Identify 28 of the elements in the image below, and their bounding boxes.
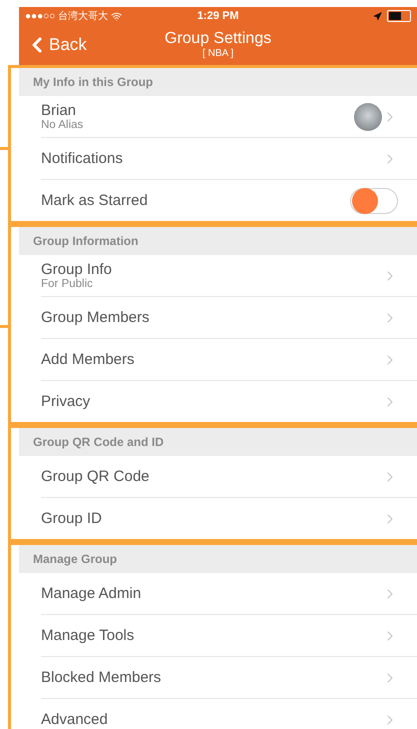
location-arrow-icon bbox=[373, 12, 382, 20]
carrier-text: ●●●○○ 台湾大哥大 bbox=[25, 10, 108, 23]
row-label: Group Members bbox=[41, 309, 150, 326]
row-label: Advanced bbox=[41, 711, 109, 728]
row-label: Privacy bbox=[41, 393, 92, 410]
nav-subtitle: [ NBA ] bbox=[202, 48, 234, 60]
row-label: Group Info bbox=[41, 260, 113, 278]
row-label: Add Members bbox=[41, 351, 136, 368]
row-sublabel: For Public bbox=[41, 278, 94, 290]
toggle-switch[interactable] bbox=[350, 188, 398, 214]
row-sublabel: No Alias bbox=[41, 118, 84, 132]
row-label: Manage Tools bbox=[41, 627, 136, 644]
section-header: Group QR Code and ID bbox=[19, 428, 417, 456]
section-header: My Info in this Group bbox=[19, 68, 417, 96]
row-label: Group QR Code bbox=[41, 468, 150, 485]
nav-title: Group Settings bbox=[164, 30, 272, 48]
section-header: Manage Group bbox=[19, 545, 417, 573]
wifi-icon bbox=[110, 10, 122, 22]
row-label: Group ID bbox=[41, 510, 103, 527]
row-label: Mark as Starred bbox=[41, 192, 149, 209]
avatar bbox=[354, 102, 382, 130]
section-header: Group Information bbox=[19, 227, 417, 255]
row-label: Brian bbox=[41, 102, 78, 118]
row-label: Notifications bbox=[41, 150, 124, 167]
row-label: Blocked Members bbox=[41, 669, 162, 686]
battery-icon bbox=[387, 10, 411, 22]
status-time: 1:29 PM bbox=[197, 10, 239, 22]
row-label: Manage Admin bbox=[41, 585, 142, 602]
